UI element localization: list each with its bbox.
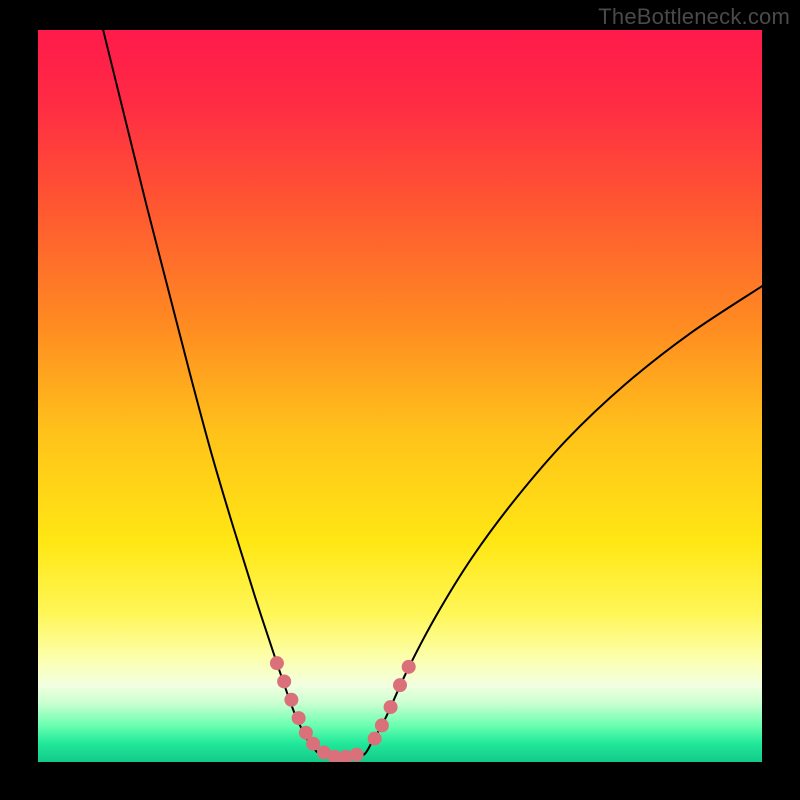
dot-left-highlight-dots: [306, 737, 320, 751]
dot-right-highlight-dots: [384, 700, 398, 714]
dot-right-highlight-dots: [402, 660, 416, 674]
dot-left-highlight-dots: [350, 748, 364, 762]
gradient-background: [38, 30, 762, 762]
dot-left-highlight-dots: [277, 674, 291, 688]
chart-svg: [38, 30, 762, 762]
dot-right-highlight-dots: [393, 678, 407, 692]
watermark-text: TheBottleneck.com: [598, 4, 790, 30]
dot-left-highlight-dots: [270, 656, 284, 670]
chart-frame: TheBottleneck.com: [0, 0, 800, 800]
dot-right-highlight-dots: [375, 718, 389, 732]
dot-right-highlight-dots: [368, 732, 382, 746]
plot-area: [38, 30, 762, 762]
dot-left-highlight-dots: [284, 693, 298, 707]
dot-left-highlight-dots: [292, 711, 306, 725]
